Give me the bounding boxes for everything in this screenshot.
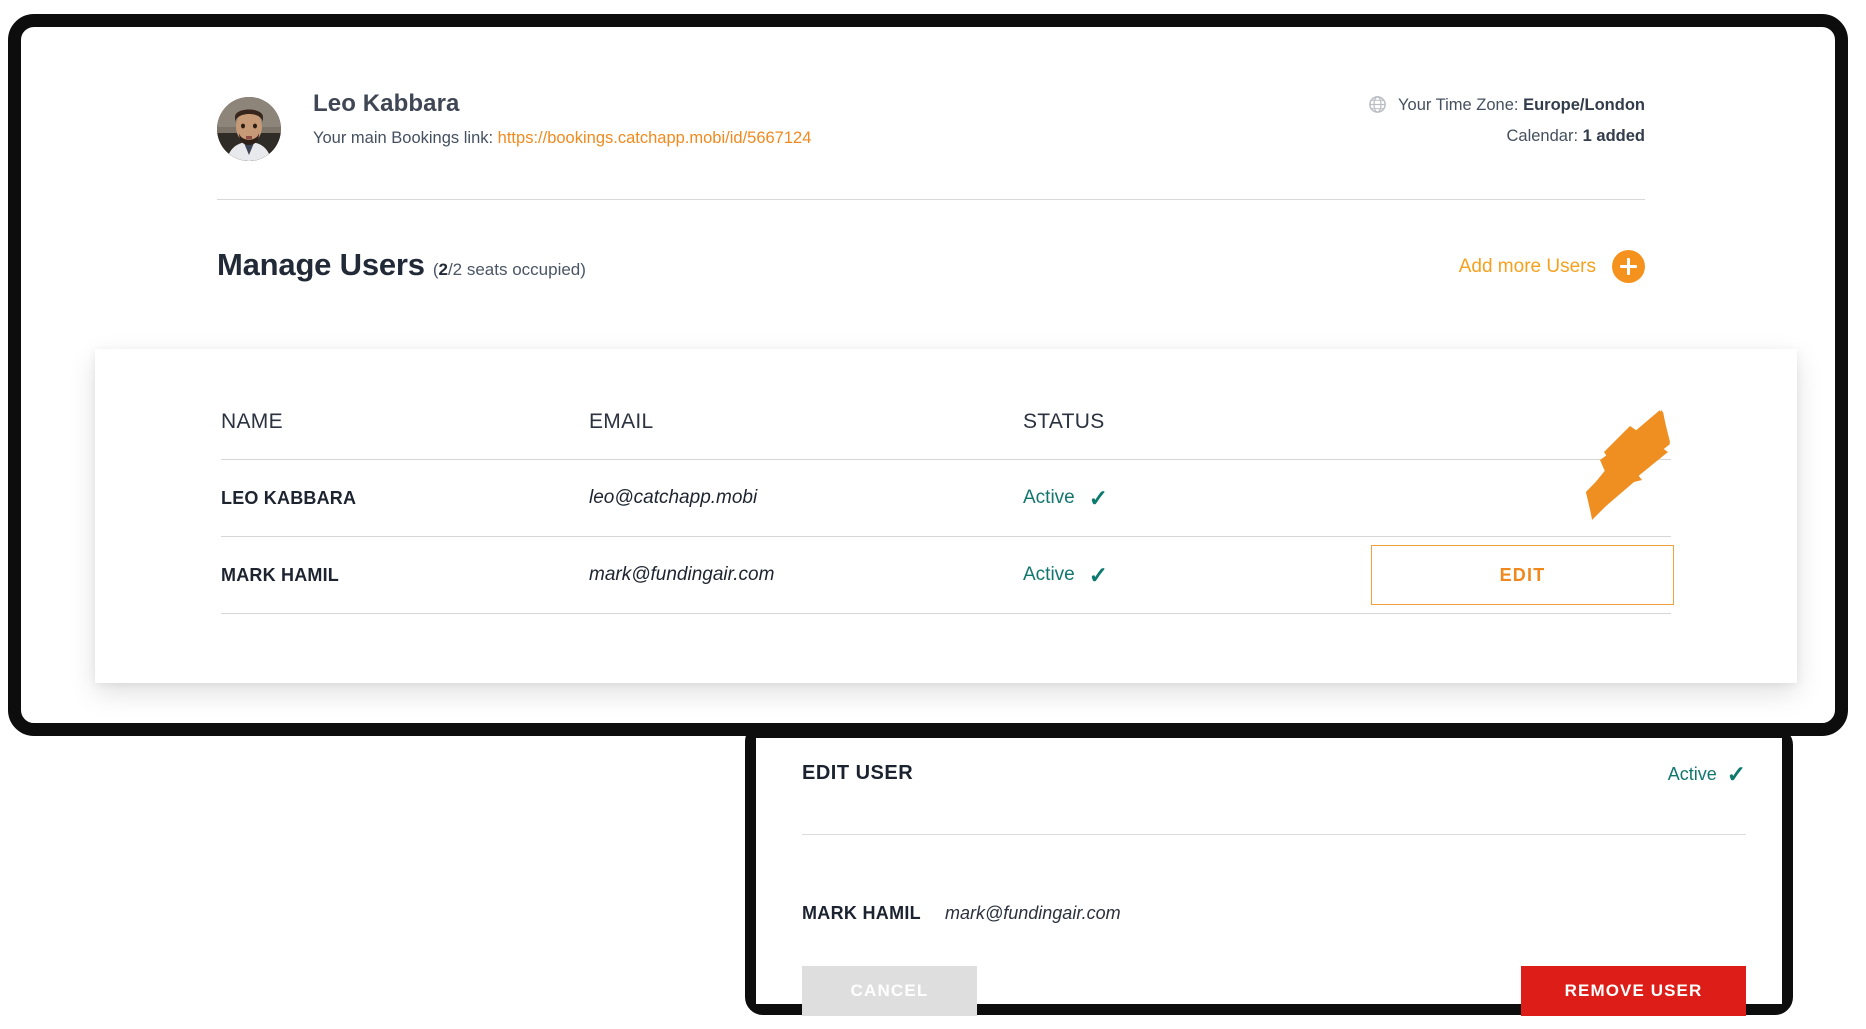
table-row: MARK HAMIL mark@fundingair.com Active ✓ … (221, 537, 1674, 614)
profile-header: Leo Kabbara Your main Bookings link: htt… (217, 89, 1645, 171)
add-more-users-label: Add more Users (1458, 255, 1596, 277)
main-window: Leo Kabbara Your main Bookings link: htt… (8, 14, 1848, 736)
dialog-divider (802, 834, 1746, 835)
profile-name: Leo Kabbara (313, 90, 460, 117)
dialog-actions: CANCEL REMOVE USER (802, 966, 1746, 1024)
check-icon: ✓ (1088, 561, 1109, 588)
page-title-text: Manage Users (217, 247, 425, 282)
page-title: Manage Users (2/2 seats occupied) (217, 247, 586, 283)
add-more-users-button[interactable]: Add more Users (1459, 250, 1645, 283)
users-card: NAME EMAIL STATUS LEO KABBARA leo@catcha… (95, 349, 1797, 683)
bookings-link-line: Your main Bookings link: https://booking… (313, 127, 811, 149)
bookings-link-label: Your main Bookings link: (313, 129, 494, 147)
column-header-email: EMAIL (589, 410, 654, 433)
edit-user-window: EDIT USER Active ✓ MARK HAMIL mark@fundi… (745, 727, 1793, 1016)
dialog-status: Active ✓ (1668, 763, 1746, 786)
row-name: MARK HAMIL (221, 564, 339, 585)
header-divider (217, 199, 1645, 200)
check-icon: ✓ (1726, 761, 1746, 787)
calendar-value: 1 added (1582, 127, 1645, 145)
avatar (217, 97, 281, 161)
table-row: LEO KABBARA leo@catchapp.mobi Active ✓ (221, 460, 1671, 537)
timezone-line: Your Time Zone: Europe/London (1368, 91, 1645, 122)
manage-users-title-row: Manage Users (2/2 seats occupied) Add mor… (217, 247, 1645, 297)
globe-icon (1368, 94, 1386, 122)
cancel-button[interactable]: CANCEL (802, 966, 977, 1016)
timezone-value: Europe/London (1523, 96, 1645, 114)
row-email: leo@catchapp.mobi (589, 487, 758, 508)
status-label: Active (1023, 487, 1075, 508)
bookings-link[interactable]: https://bookings.catchapp.mobi/id/566712… (498, 129, 812, 147)
edit-user-dialog: EDIT USER Active ✓ MARK HAMIL mark@fundi… (756, 738, 1782, 1016)
plus-icon[interactable] (1612, 250, 1645, 283)
table-header-row: NAME EMAIL STATUS (221, 385, 1671, 460)
row-name: LEO KABBARA (221, 487, 357, 508)
row-status: Active ✓ (1023, 484, 1353, 511)
check-icon: ✓ (1088, 484, 1109, 511)
dialog-user-name: MARK HAMIL (802, 903, 921, 923)
seats-note: (2/2 seats occupied) (433, 260, 586, 279)
dialog-header: EDIT USER Active ✓ (802, 762, 1746, 806)
row-status: Active ✓ (1023, 561, 1353, 588)
column-header-name: NAME (221, 410, 283, 433)
row-email: mark@fundingair.com (589, 564, 775, 585)
edit-button[interactable]: EDIT (1371, 545, 1674, 605)
status-label: Active (1023, 564, 1075, 585)
remove-user-button[interactable]: REMOVE USER (1521, 966, 1746, 1016)
seats-suffix: /2 seats occupied) (447, 260, 586, 279)
dialog-status-label: Active (1667, 764, 1717, 784)
profile-text-block: Leo Kabbara Your main Bookings link: htt… (313, 89, 811, 149)
screenshot-stage: Leo Kabbara Your main Bookings link: htt… (0, 0, 1866, 1029)
dialog-user-email: mark@fundingair.com (944, 903, 1121, 923)
seats-count: 2 (438, 260, 448, 279)
dialog-user-row: MARK HAMIL mark@fundingair.com (802, 903, 1121, 924)
timezone-label: Your Time Zone: (1398, 96, 1519, 114)
column-header-status: STATUS (1023, 410, 1105, 433)
calendar-line: Calendar: 1 added (1369, 122, 1646, 150)
timezone-block: Your Time Zone: Europe/London Calendar: … (1368, 91, 1646, 150)
users-table: NAME EMAIL STATUS LEO KABBARA leo@catcha… (221, 385, 1674, 614)
dialog-title: EDIT USER (802, 762, 914, 784)
calendar-label: Calendar: (1506, 127, 1579, 145)
